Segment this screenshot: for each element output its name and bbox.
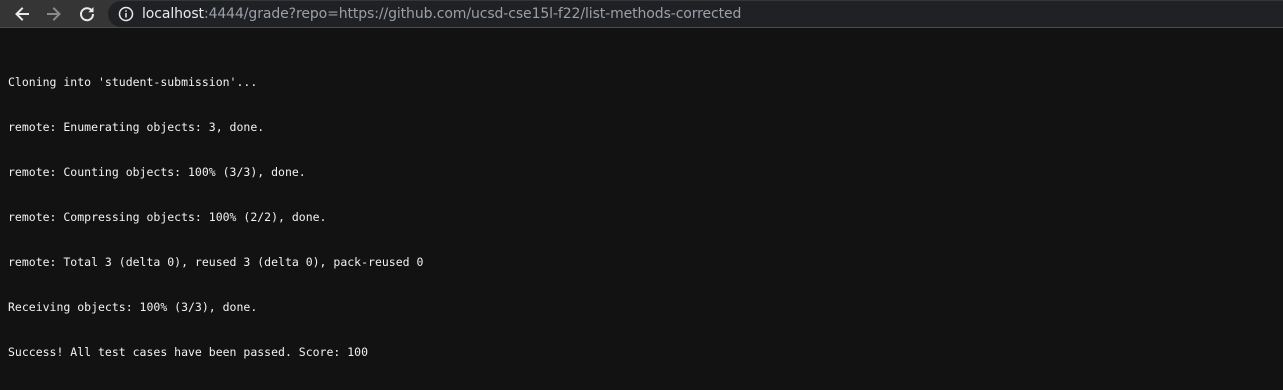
back-button[interactable]: [10, 2, 34, 26]
reload-button[interactable]: [75, 2, 99, 26]
output-line: remote: Enumerating objects: 3, done.: [8, 120, 265, 134]
output-line: Cloning into 'student-submission'...: [8, 75, 258, 89]
output-line: remote: Counting objects: 100% (3/3), do…: [8, 165, 306, 179]
arrow-right-icon: [47, 7, 61, 21]
output-line: Receiving objects: 100% (3/3), done.: [8, 300, 258, 314]
output-line: Success! All test cases have been passed…: [8, 345, 369, 359]
page-content: Cloning into 'student-submission'... rem…: [0, 29, 1283, 364]
address-bar[interactable]: localhost:4444/grade?repo=https://github…: [108, 1, 1283, 27]
info-circle-icon[interactable]: [118, 6, 134, 22]
output-line: remote: Total 3 (delta 0), reused 3 (del…: [8, 255, 424, 269]
command-output: Cloning into 'student-submission'... rem…: [8, 45, 423, 390]
url-path: :4444/grade?repo=https://github.com/ucsd…: [203, 6, 742, 22]
reload-icon: [80, 7, 95, 22]
browser-toolbar: localhost:4444/grade?repo=https://github…: [0, 0, 1283, 28]
url-text[interactable]: localhost:4444/grade?repo=https://github…: [142, 6, 741, 22]
url-host: localhost: [142, 6, 204, 22]
output-line: remote: Compressing objects: 100% (2/2),…: [8, 210, 327, 224]
forward-button[interactable]: [42, 2, 66, 26]
arrow-left-icon: [15, 7, 29, 21]
